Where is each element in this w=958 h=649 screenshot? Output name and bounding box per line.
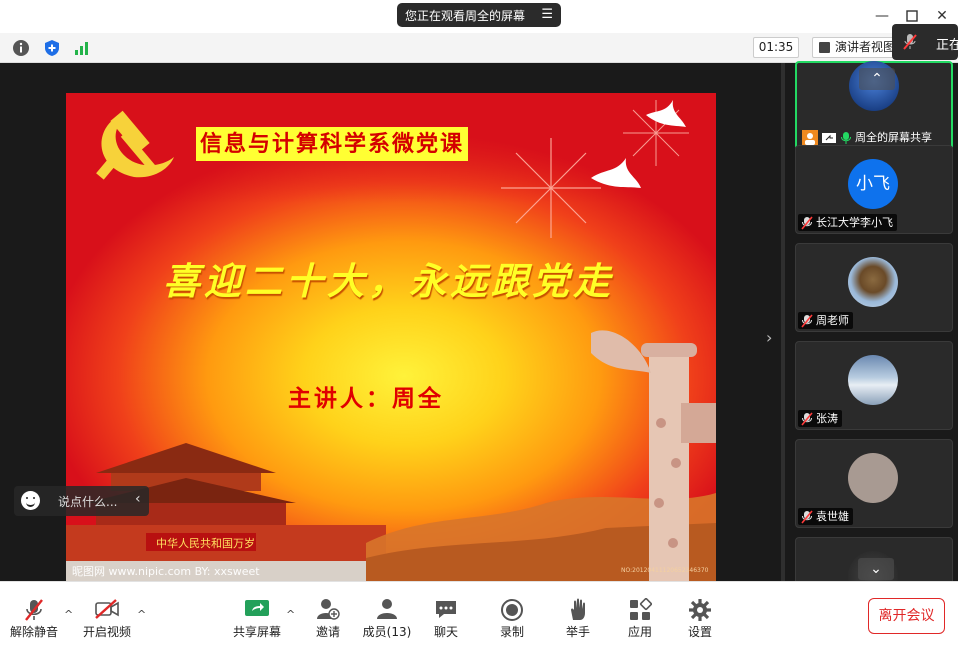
participant-name-tag: 长江大学李小飞 xyxy=(798,214,897,231)
participants-label: 成员(13) xyxy=(362,625,412,639)
apps-button[interactable]: 应用 xyxy=(610,596,670,642)
leave-meeting-button[interactable]: 离开会议 xyxy=(868,598,945,634)
participants-icon xyxy=(375,598,399,624)
muted-mic-icon xyxy=(801,313,813,328)
smile-icon[interactable] xyxy=(21,491,40,510)
apps-icon xyxy=(628,597,653,626)
dove-icon-2 xyxy=(646,100,686,127)
settings-button[interactable]: 设置 xyxy=(670,596,730,642)
info-icon[interactable] xyxy=(11,38,31,58)
raise-hand-label: 举手 xyxy=(565,625,590,639)
participant-name-tag: 张涛 xyxy=(798,410,842,427)
record-icon xyxy=(500,598,524,626)
participant-tile[interactable]: 袁世雄 xyxy=(795,439,953,528)
screen-share-icon xyxy=(822,132,836,143)
chevron-left-icon[interactable]: ‹ xyxy=(135,491,141,507)
muted-mic-icon xyxy=(801,509,813,524)
record-label: 录制 xyxy=(499,625,524,639)
video-off-icon xyxy=(94,598,120,624)
course-title: 信息与计算科学系微党课 xyxy=(196,127,469,161)
participant-gallery: ⌃ 周全的屏幕共享 小飞 长江大学李小飞 周老师 张涛 袁世雄 ⌄ xyxy=(781,61,958,601)
avatar xyxy=(848,355,898,405)
meeting-timer: 01:35 xyxy=(753,37,799,58)
share-screen-label: 共享屏幕 xyxy=(232,625,281,639)
collapse-gallery-icon[interactable]: › xyxy=(766,328,772,347)
share-banner-text: 您正在观看周全的屏幕 xyxy=(405,8,526,23)
presentation-slide: 中华人民共和国万岁 信息与计算科学系微党课 喜迎二十大，永远跟党走 主讲人：周全… xyxy=(66,93,716,581)
huabiao-pillar xyxy=(591,330,716,581)
avatar xyxy=(848,453,898,503)
chat-placeholder[interactable]: 说点什么... xyxy=(58,493,117,510)
view-mode-button[interactable]: 演讲者视图 xyxy=(812,37,902,58)
chat-icon xyxy=(434,598,458,624)
participant-name-tag: 周老师 xyxy=(798,312,853,329)
quick-chat-box[interactable]: 说点什么... ‹ xyxy=(14,486,149,516)
meeting-toolbar: 解除静音 ^ 开启视频 ^ 共享屏幕 ^ 邀请 成员(13) 聊天 录制 举手 … xyxy=(0,581,958,649)
shared-screen-area: 中华人民共和国万岁 信息与计算科学系微党课 喜迎二十大，永远跟党走 主讲人：周全… xyxy=(0,63,781,581)
chat-button[interactable]: 聊天 xyxy=(416,596,476,642)
close-icon[interactable]: ✕ xyxy=(934,8,950,24)
participant-name: 周全的屏幕共享 xyxy=(855,131,932,144)
settings-label: 设置 xyxy=(687,625,712,639)
invite-button[interactable]: 邀请 xyxy=(298,596,358,642)
apps-label: 应用 xyxy=(627,625,652,639)
shield-icon[interactable] xyxy=(42,38,62,58)
person-icon xyxy=(802,129,818,146)
view-grid-icon xyxy=(819,42,830,53)
menu-icon[interactable]: ☰ xyxy=(541,7,553,22)
participant-name: 长江大学李小飞 xyxy=(816,216,893,229)
view-mode-label: 演讲者视图 xyxy=(835,40,896,54)
chevron-up-icon[interactable]: ⌃ xyxy=(859,68,895,90)
start-video-button[interactable]: 开启视频 xyxy=(77,596,137,642)
title-bar: 您正在观看周全的屏幕 ☰ — ✕ xyxy=(0,0,958,33)
slide-speaker: 主讲人：周全 xyxy=(288,385,444,412)
chevron-down-icon[interactable]: ⌄ xyxy=(858,558,894,580)
signal-strength-icon[interactable] xyxy=(72,38,92,58)
slide-headline: 喜迎二十大，永远跟党走 xyxy=(163,259,614,303)
speaking-indicator: 正在 xyxy=(892,24,958,60)
participant-name: 张涛 xyxy=(816,412,838,425)
participant-tile[interactable]: 周老师 xyxy=(795,243,953,332)
unmute-label: 解除静音 xyxy=(9,625,58,639)
avatar xyxy=(848,257,898,307)
watermark-right: NO:20120411120652346370 xyxy=(621,567,709,574)
watermark-left: 昵图网 www.nipic.com BY: xxsweet xyxy=(72,565,260,578)
chevron-up-icon[interactable]: ^ xyxy=(64,609,74,620)
share-screen-icon xyxy=(244,598,270,624)
participant-tile[interactable]: ⌃ 周全的屏幕共享 xyxy=(795,61,953,150)
muted-mic-icon xyxy=(23,598,45,626)
share-screen-button[interactable]: 共享屏幕 xyxy=(227,596,287,642)
record-button[interactable]: 录制 xyxy=(482,596,542,642)
screen-share-banner[interactable]: 您正在观看周全的屏幕 ☰ xyxy=(397,3,561,27)
participant-name: 袁世雄 xyxy=(816,510,849,523)
participant-name: 周老师 xyxy=(816,314,849,327)
add-person-icon xyxy=(316,598,340,624)
dove-icon xyxy=(591,158,641,188)
speaking-label: 正在 xyxy=(936,38,958,53)
hand-icon xyxy=(567,598,589,626)
hammer-sickle-emblem xyxy=(96,110,174,180)
raise-hand-button[interactable]: 举手 xyxy=(548,596,608,642)
chevron-up-icon[interactable]: ^ xyxy=(137,609,147,620)
participant-tile[interactable]: 张涛 xyxy=(795,341,953,430)
minimize-icon[interactable]: — xyxy=(874,8,890,24)
participant-name-tag: 周全的屏幕共享 xyxy=(799,129,936,146)
unmute-button[interactable]: 解除静音 xyxy=(4,596,64,642)
participant-tile[interactable]: 小飞 长江大学李小飞 xyxy=(795,145,953,234)
gear-icon xyxy=(688,598,712,626)
chat-label: 聊天 xyxy=(433,625,458,639)
chevron-up-icon[interactable]: ^ xyxy=(286,609,296,620)
invite-label: 邀请 xyxy=(315,625,340,639)
muted-mic-icon xyxy=(902,33,918,55)
participant-name-tag: 袁世雄 xyxy=(798,508,853,525)
maximize-icon[interactable] xyxy=(904,8,920,24)
start-video-label: 开启视频 xyxy=(82,625,131,639)
meeting-info-bar: 01:35 演讲者视图 xyxy=(0,33,958,63)
avatar: 小飞 xyxy=(848,159,898,209)
muted-mic-icon xyxy=(801,411,813,426)
muted-mic-icon xyxy=(801,215,813,230)
participants-button[interactable]: 成员(13) xyxy=(357,596,417,642)
mic-active-icon xyxy=(841,131,851,144)
svg-text:中华人民共和国万岁: 中华人民共和国万岁 xyxy=(156,536,255,550)
